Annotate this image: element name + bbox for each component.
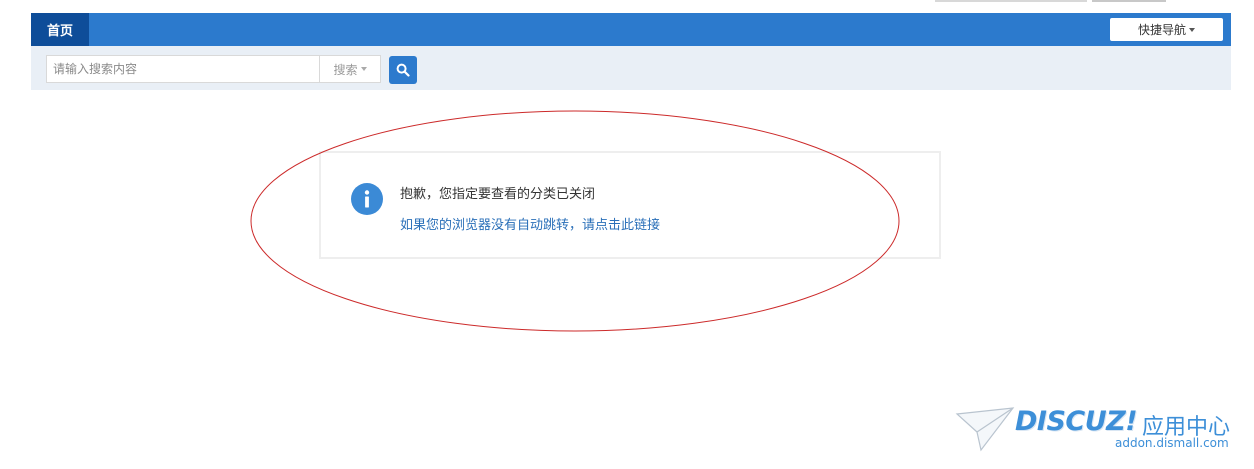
watermark-brand: DISCUZ! — [1015, 406, 1138, 437]
watermark-url: addon.dismall.com — [1115, 436, 1229, 450]
quick-nav-label: 快捷导航 — [1137, 23, 1186, 37]
search-icon — [396, 63, 410, 77]
top-bar-remnant — [1092, 0, 1166, 2]
search-type-dropdown[interactable]: 搜索 — [319, 55, 381, 83]
search-bar: 搜索 — [31, 46, 1231, 90]
paper-plane-logo-icon — [955, 407, 1015, 452]
message-box: 抱歉，您指定要查看的分类已关闭 如果您的浏览器没有自动跳转，请点击此链接 — [319, 151, 941, 259]
search-button[interactable] — [389, 56, 417, 84]
caret-down-icon — [1189, 27, 1195, 32]
quick-nav-button[interactable]: 快捷导航 — [1110, 18, 1223, 41]
caret-down-icon — [360, 67, 367, 71]
main-navbar: 首页 快捷导航 — [31, 13, 1231, 46]
info-icon — [351, 183, 383, 215]
message-text: 抱歉，您指定要查看的分类已关闭 — [400, 187, 596, 202]
redirect-link[interactable]: 如果您的浏览器没有自动跳转，请点击此链接 — [400, 214, 660, 233]
search-input[interactable] — [46, 55, 319, 83]
nav-home-tab[interactable]: 首页 — [31, 13, 89, 46]
watermark: DISCUZ! 应用中心 addon.dismall.com — [955, 402, 1245, 462]
top-bar-remnant — [935, 0, 1087, 2]
search-type-label: 搜索 — [333, 62, 358, 77]
